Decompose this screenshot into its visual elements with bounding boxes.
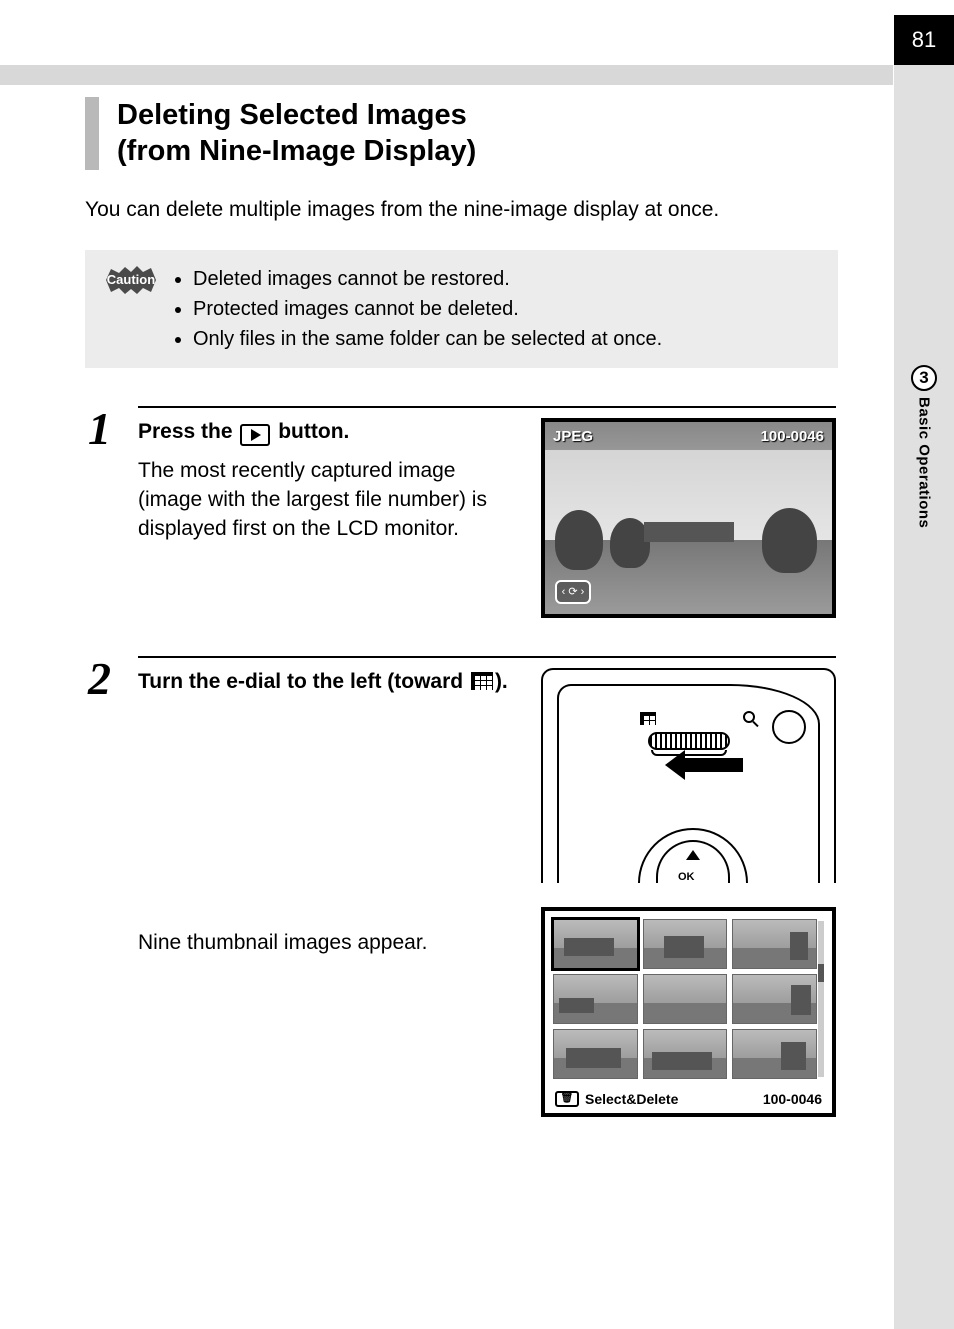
step-2-headline: Turn the e-dial to the left (toward ). xyxy=(138,668,521,695)
nine-file-number: 100-0046 xyxy=(763,1091,822,1107)
scrollbar xyxy=(818,921,824,1077)
step-2: 2 Turn the e-dial to the left (toward ). xyxy=(88,656,836,1117)
page-number-tab: 81 xyxy=(894,15,954,65)
chapter-number-circle: 3 xyxy=(911,365,937,391)
intro-paragraph: You can delete multiple images from the … xyxy=(85,198,815,222)
caution-box: Caution Deleted images cannot be restore… xyxy=(85,250,838,368)
rotate-icon: ‹ ⟳ › xyxy=(555,580,591,604)
caution-list: Deleted images cannot be restored. Prote… xyxy=(173,264,662,354)
page-number: 81 xyxy=(912,27,936,53)
headline-pre: Turn the e-dial to the left (toward xyxy=(138,670,469,693)
step-body: Turn the e-dial to the left (toward ). xyxy=(138,656,836,1117)
step-1-desc: The most recently captured image (image … xyxy=(138,456,521,544)
lcd-top-bar: JPEG 100-0046 xyxy=(553,428,824,445)
heading-text: Deleting Selected Images (from Nine-Imag… xyxy=(117,97,476,170)
nine-grid-icon xyxy=(640,712,656,725)
section-heading: Deleting Selected Images (from Nine-Imag… xyxy=(85,97,893,170)
headline-post: button. xyxy=(272,420,349,443)
playback-icon xyxy=(240,424,270,446)
heading-accent-bar xyxy=(85,97,99,170)
chapter-tab: 3 Basic Operations xyxy=(894,365,954,528)
step-1: 1 Press the button. The most recently ca… xyxy=(88,406,836,618)
ok-label: OK xyxy=(678,871,695,883)
heading-line2: (from Nine-Image Display) xyxy=(117,135,476,167)
thumbnail xyxy=(643,1029,728,1079)
thumbnail xyxy=(643,919,728,969)
thumbnail xyxy=(732,919,817,969)
headline-pre: Press the xyxy=(138,420,238,443)
lcd-file-number: 100-0046 xyxy=(761,428,824,445)
lcd-format-label: JPEG xyxy=(553,428,593,445)
step-number: 1 xyxy=(88,406,138,618)
page-content: Deleting Selected Images (from Nine-Imag… xyxy=(0,65,893,1117)
step-body: Press the button. The most recently capt… xyxy=(138,406,836,618)
step-number: 2 xyxy=(88,656,138,1117)
caution-icon: Caution xyxy=(103,264,159,296)
thumbnail xyxy=(732,1029,817,1079)
thumbnail xyxy=(553,919,638,969)
e-dial-icon xyxy=(648,732,730,750)
trash-icon: 🗑 xyxy=(555,1091,579,1107)
top-gray-strip xyxy=(0,65,893,85)
step-1-headline: Press the button. xyxy=(138,418,521,446)
nine-lcd-bottom-bar: 🗑 Select&Delete 100-0046 xyxy=(555,1091,822,1107)
thumbnail xyxy=(553,974,638,1024)
heading-line1: Deleting Selected Images xyxy=(117,99,467,131)
caution-label: Caution xyxy=(107,272,155,287)
arrow-left-icon xyxy=(683,758,743,772)
camera-top-diagram: OK xyxy=(541,668,836,883)
nine-grid xyxy=(553,919,817,1079)
magnify-icon xyxy=(743,711,755,723)
step-2-sub: Nine thumbnail images appear. xyxy=(138,931,521,955)
caution-item: Deleted images cannot be restored. xyxy=(193,264,662,294)
select-delete-label: Select&Delete xyxy=(585,1091,678,1107)
thumbnail xyxy=(553,1029,638,1079)
shutter-button-icon xyxy=(772,710,806,744)
nine-grid-icon xyxy=(471,672,493,690)
chapter-number: 3 xyxy=(919,368,928,388)
chapter-title: Basic Operations xyxy=(916,397,933,528)
nine-image-lcd-illustration: 🗑 Select&Delete 100-0046 xyxy=(541,907,836,1117)
side-bar: 3 Basic Operations xyxy=(894,65,954,1329)
caution-item: Only files in the same folder can be sel… xyxy=(193,324,662,354)
thumbnail xyxy=(643,974,728,1024)
headline-post: ). xyxy=(495,670,508,693)
lcd-preview-illustration: JPEG 100-0046 ‹ ⟳ › xyxy=(541,418,836,618)
caution-item: Protected images cannot be deleted. xyxy=(193,294,662,324)
thumbnail xyxy=(732,974,817,1024)
